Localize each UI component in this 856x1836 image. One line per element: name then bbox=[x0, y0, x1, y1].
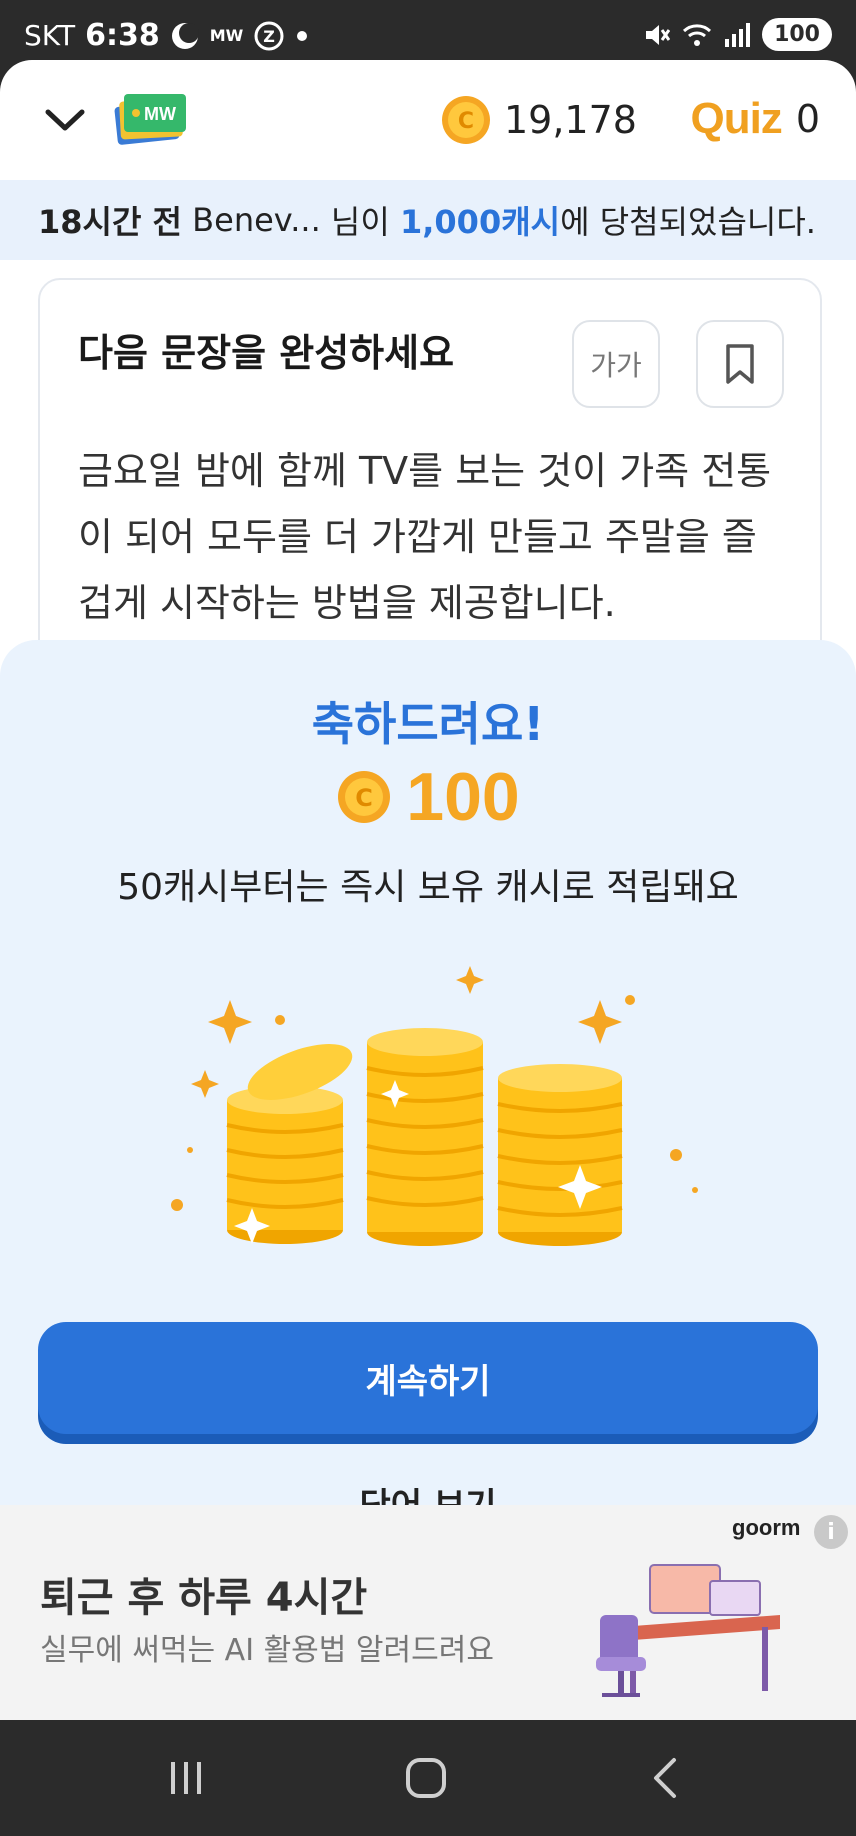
quiz-score[interactable]: Quiz 0 bbox=[690, 94, 820, 144]
coin-icon: C bbox=[442, 96, 490, 144]
reward-description: 50캐시부터는 즉시 보유 캐시로 적립돼요 bbox=[117, 867, 739, 908]
wifi-icon bbox=[682, 22, 712, 48]
recent-apps-button[interactable] bbox=[156, 1748, 216, 1808]
moon-icon bbox=[170, 21, 200, 51]
quiz-logo: Quiz bbox=[690, 94, 782, 143]
coin-balance[interactable]: C 19,178 bbox=[440, 94, 637, 146]
ad-brand: goorm bbox=[732, 1515, 801, 1540]
clock: 6:38 bbox=[85, 18, 160, 53]
question-title: 다음 문장을 완성하세요 bbox=[78, 331, 455, 375]
ticker-end: 에 당첨되었습니다. bbox=[560, 203, 816, 241]
mute-icon bbox=[642, 21, 671, 49]
bookmark-button[interactable] bbox=[696, 320, 784, 408]
battery-indicator: 100 bbox=[762, 18, 832, 51]
question-card: 다음 문장을 완성하세요 가가 금요일 밤에 함께 TV를 보는 것이 가족 전… bbox=[38, 278, 822, 702]
chevron-down-icon[interactable] bbox=[40, 96, 90, 146]
signal-icon bbox=[724, 22, 751, 47]
app-screen: MW C 19,178 Quiz 0 18시간 전 Benev... 님이 1,… bbox=[0, 60, 856, 1720]
coin-count: 19,178 bbox=[504, 98, 637, 142]
ad-desk-illustration bbox=[590, 1545, 790, 1705]
ad-banner[interactable]: goorm i 퇴근 후 하루 4시간 실무에 써먹는 AI 활용법 알려드려요 bbox=[0, 1505, 856, 1720]
coin-stacks-illustration bbox=[120, 960, 740, 1270]
reward-amount-row: C 100 bbox=[0, 758, 856, 836]
z-icon: Z bbox=[253, 20, 285, 52]
congrats-title: 축하드려요! bbox=[311, 697, 545, 751]
carrier-label: SKT bbox=[24, 19, 76, 52]
dot-icon bbox=[295, 29, 309, 43]
svg-text:C: C bbox=[355, 784, 373, 812]
coin-icon: C bbox=[338, 771, 391, 823]
continue-button[interactable]: 계속하기 bbox=[38, 1322, 818, 1434]
reward-amount: 100 bbox=[406, 759, 520, 835]
font-size-button[interactable]: 가가 bbox=[572, 320, 660, 408]
info-icon[interactable]: i bbox=[814, 1515, 848, 1549]
svg-text:Z: Z bbox=[263, 27, 275, 46]
bookmark-icon bbox=[726, 344, 754, 384]
winner-ticker: 18시간 전 Benev... 님이 1,000캐시 에 당첨되었습니다. bbox=[0, 180, 856, 260]
svg-text:MW: MW bbox=[144, 104, 176, 124]
back-button[interactable] bbox=[636, 1748, 696, 1808]
ticker-amount: 1,000캐시 bbox=[399, 203, 561, 241]
system-nav-bar bbox=[0, 1720, 856, 1836]
app-logo: MW bbox=[114, 90, 190, 146]
question-text: 금요일 밤에 함께 TV를 보는 것이 가족 전통이 되어 모두를 더 가깝게 … bbox=[78, 449, 772, 625]
mw-icon: MW bbox=[209, 26, 244, 45]
ad-subtitle: 실무에 써먹는 AI 활용법 알려드려요 bbox=[40, 1633, 494, 1668]
app-header: MW C 19,178 Quiz 0 bbox=[0, 60, 856, 180]
ticker-user: Benev... bbox=[192, 201, 321, 239]
ticker-middle: 님이 bbox=[330, 203, 390, 241]
quiz-count: 0 bbox=[795, 97, 820, 141]
svg-text:C: C bbox=[458, 109, 474, 134]
ticker-time: 18시간 전 bbox=[38, 203, 182, 241]
ad-title: 퇴근 후 하루 4시간 bbox=[40, 1575, 368, 1621]
home-button[interactable] bbox=[396, 1748, 456, 1808]
